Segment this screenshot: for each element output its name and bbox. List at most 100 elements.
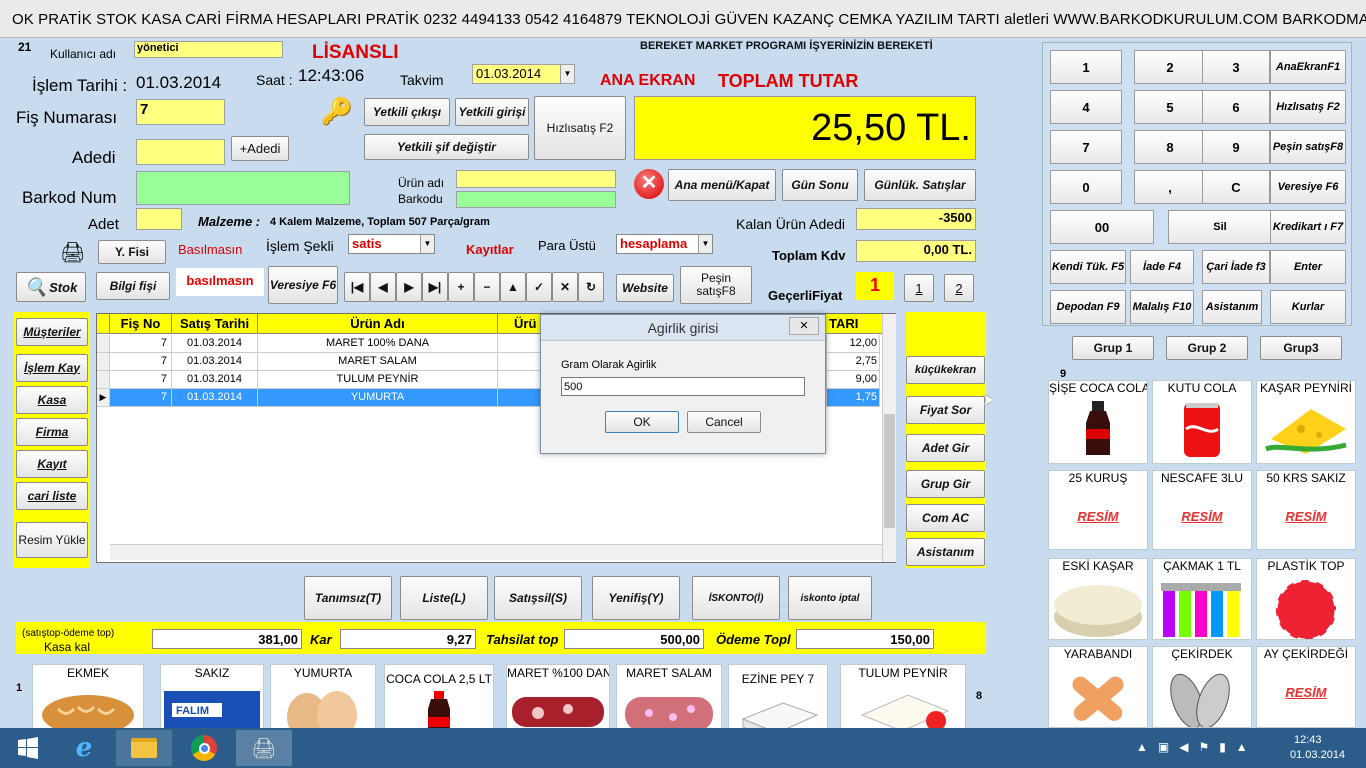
action-button-1[interactable]: Liste(L) — [400, 576, 488, 620]
credit-button[interactable]: Veresiye F6 — [268, 266, 338, 304]
keypad-key-10[interactable]: 9 — [1202, 130, 1270, 164]
day-end-button[interactable]: Gün Sonu — [782, 169, 858, 201]
piece-field[interactable] — [136, 208, 182, 230]
add-qty-button[interactable]: +Adedi — [231, 136, 289, 161]
product-tile[interactable]: 50 KRS SAKIZ RESİM — [1256, 470, 1356, 550]
info-slip-button[interactable]: Bilgi fişi — [96, 272, 170, 300]
left-menu-5[interactable]: cari liste — [16, 482, 88, 510]
change-select[interactable]: hesaplama ▼ — [616, 234, 713, 254]
op-select[interactable]: satis ▼ — [348, 234, 435, 254]
nav-button-9[interactable]: ↻ — [578, 272, 604, 302]
cash-sale-button[interactable]: Peşin satışF8 — [680, 266, 752, 304]
nav-button-7[interactable]: ✓ — [526, 272, 552, 302]
product-tile[interactable]: ÇAKMAK 1 TL — [1152, 558, 1252, 640]
keypad-key-24[interactable]: Malalış F10 — [1130, 290, 1194, 324]
action-button-2[interactable]: Satışsil(S) — [494, 576, 582, 620]
product-tile[interactable]: ÇEKİRDEK — [1152, 646, 1252, 728]
keypad-key-8[interactable]: 7 — [1050, 130, 1122, 164]
keypad-key-16[interactable]: 00 — [1050, 210, 1154, 244]
chevron-down-icon[interactable]: ▼ — [420, 235, 434, 253]
product-tile[interactable]: KUTU COLA — [1152, 380, 1252, 464]
auth-password-button[interactable]: Yetkili şif değiştir — [364, 134, 529, 160]
nav-button-0[interactable]: |◀ — [344, 272, 370, 302]
keypad-key-17[interactable]: Sil — [1168, 210, 1272, 244]
product-tile[interactable]: KAŞAR PEYNİRİ — [1256, 380, 1356, 464]
close-icon[interactable]: ✕ — [634, 169, 664, 199]
keypad-key-22[interactable]: Enter — [1270, 250, 1346, 284]
horizontal-scrollbar[interactable] — [110, 544, 882, 560]
keypad-key-5[interactable]: 5 — [1134, 90, 1206, 124]
grid-header-date[interactable]: Satış Tarihi — [172, 314, 258, 334]
price-level-2-button[interactable]: 2 — [944, 274, 974, 302]
action-button-0[interactable]: Tanımsız(T) — [304, 576, 392, 620]
keypad-key-25[interactable]: Asistanım — [1202, 290, 1262, 324]
quick-sale-button[interactable]: Hızlısatış F2 — [534, 96, 626, 160]
keypad-key-15[interactable]: Veresiye F6 — [1270, 170, 1346, 204]
product-barcode-field[interactable] — [456, 191, 616, 208]
left-menu-1[interactable]: İşlem Kay — [16, 354, 88, 382]
chevron-down-icon[interactable]: ▼ — [698, 235, 712, 253]
price-level-1-button[interactable]: 1 — [904, 274, 934, 302]
keypad-key-2[interactable]: 3 — [1202, 50, 1270, 84]
action-button-5[interactable]: iskonto iptal — [788, 576, 872, 620]
left-menu-3[interactable]: Firma — [16, 418, 88, 446]
keypad-key-18[interactable]: Kredikart ı F7 — [1270, 210, 1346, 244]
left-menu-2[interactable]: Kasa — [16, 386, 88, 414]
qty-field[interactable] — [136, 139, 225, 165]
grid-header-amount[interactable]: TARI — [827, 314, 882, 334]
y-fisi-button[interactable]: Y. Fisi — [98, 240, 166, 264]
keypad-key-20[interactable]: İade F4 — [1130, 250, 1194, 284]
group-button-0[interactable]: Grup 1 — [1072, 336, 1154, 360]
product-tile[interactable]: YARABANDI — [1048, 646, 1148, 728]
keypad-key-13[interactable]: , — [1134, 170, 1206, 204]
keypad-key-9[interactable]: 8 — [1134, 130, 1206, 164]
pos-app-icon[interactable]: 🖨 — [236, 730, 292, 766]
close-icon[interactable]: ✕ — [789, 317, 819, 335]
chrome-icon[interactable] — [176, 730, 232, 766]
left-menu-4[interactable]: Kayıt — [16, 450, 88, 478]
daily-sales-button[interactable]: Günlük. Satışlar — [864, 169, 976, 201]
keypad-key-3[interactable]: AnaEkranF1 — [1270, 50, 1346, 84]
product-tile[interactable]: ŞİŞE COCA COLA — [1048, 380, 1148, 464]
nav-button-4[interactable]: + — [448, 272, 474, 302]
keypad-key-1[interactable]: 2 — [1134, 50, 1206, 84]
ok-button[interactable]: OK — [605, 411, 679, 433]
right-menu-4[interactable]: Com AC — [906, 504, 985, 532]
keypad-key-7[interactable]: Hızlısatış F2 — [1270, 90, 1346, 124]
auth-out-button[interactable]: Yetkili çıkışı — [364, 98, 450, 126]
calendar-picker[interactable]: 01.03.2014 ▼ — [472, 64, 575, 84]
stock-button[interactable]: 🔍 Stok — [16, 272, 86, 302]
keypad-key-14[interactable]: C — [1202, 170, 1270, 204]
ie-icon[interactable]: e — [56, 730, 112, 766]
keypad-key-0[interactable]: 1 — [1050, 50, 1122, 84]
nav-button-6[interactable]: ▲ — [500, 272, 526, 302]
nav-button-8[interactable]: ✕ — [552, 272, 578, 302]
right-menu-5[interactable]: Asistanım — [906, 538, 985, 566]
product-tile[interactable]: AY ÇEKİRDEĞİ RESİM — [1256, 646, 1356, 728]
start-button[interactable] — [0, 730, 56, 766]
grid-header-no[interactable]: Fiş No — [110, 314, 172, 334]
keypad-key-21[interactable]: Çari İade f3 — [1202, 250, 1270, 284]
keys-icon[interactable]: 🔑 — [320, 96, 354, 128]
keypad-key-6[interactable]: 6 — [1202, 90, 1270, 124]
main-menu-close-button[interactable]: Ana menü/Kapat — [668, 169, 776, 201]
receipt-field[interactable]: 7 — [136, 99, 225, 125]
action-button-4[interactable]: İSKONTO(İ) — [692, 576, 780, 620]
file-explorer-icon[interactable] — [116, 730, 172, 766]
right-menu-3[interactable]: Grup Gir — [906, 470, 985, 498]
action-button-3[interactable]: Yenifiş(Y) — [592, 576, 680, 620]
group-button-2[interactable]: Grup3 — [1260, 336, 1342, 360]
barcode-field[interactable] — [136, 171, 350, 205]
right-menu-0[interactable]: küçükekran — [906, 356, 985, 384]
keypad-key-11[interactable]: Peşin satışF8 — [1270, 130, 1346, 164]
right-menu-1[interactable]: Fiyat Sor — [906, 396, 985, 424]
keypad-key-19[interactable]: Kendi Tük. F5 — [1050, 250, 1126, 284]
keypad-key-26[interactable]: Kurlar — [1270, 290, 1346, 324]
product-tile[interactable]: PLASTİK TOP — [1256, 558, 1356, 640]
nav-button-2[interactable]: ▶ — [396, 272, 422, 302]
keypad-key-23[interactable]: Depodan F9 — [1050, 290, 1126, 324]
chevron-down-icon[interactable]: ▼ — [560, 65, 574, 83]
grid-header-name[interactable]: Ürün Adı — [258, 314, 498, 334]
auth-in-button[interactable]: Yetkili girişi — [455, 98, 529, 126]
keypad-key-4[interactable]: 4 — [1050, 90, 1122, 124]
